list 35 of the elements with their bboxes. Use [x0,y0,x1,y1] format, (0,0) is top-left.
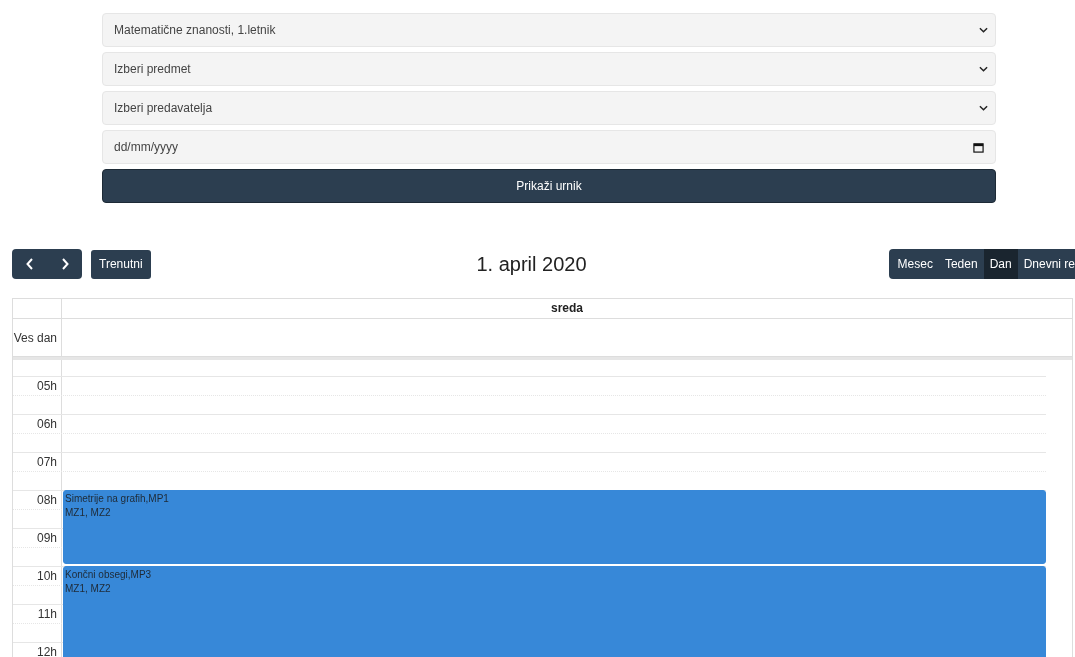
view-tab[interactable]: Mesec [888,249,939,279]
calendar-icon [973,142,984,153]
chevron-right-icon [60,258,69,270]
select-field[interactable]: Izberi predmet [102,52,996,86]
date-field[interactable]: dd/mm/yyyy [102,130,996,164]
chevron-down-icon [979,105,988,111]
event-groups: MZ1, MZ2 [65,582,111,596]
hour-label: 05h [36,379,58,393]
today-button[interactable]: Trenutni [91,249,151,279]
hour-label: 06h [36,417,58,431]
hour-label: 10h [36,569,58,583]
select-field[interactable]: Izberi predavatelja [102,91,996,125]
show-schedule-button[interactable]: Prikaži urnik [102,169,996,203]
date-title: 1. april 2020 [476,252,587,276]
chevron-down-icon [979,66,988,72]
hour-label: 11h [37,607,58,621]
day-header: sreda [550,300,584,317]
hour-label: 08h [36,493,58,507]
hour-label: 07h [36,455,58,469]
view-tab[interactable]: Teden [938,249,984,279]
event-title: Končni obsegi,MP3 [65,568,152,582]
next-button[interactable] [47,249,82,279]
event-block[interactable]: Končni obsegi,MP3 MZ1, MZ2 [63,566,1046,657]
event-title: Simetrije na grafih,MP1 [65,492,169,506]
select-field[interactable]: Matematične znanosti, 1.letnik [102,13,996,47]
view-tab[interactable]: Dan [983,249,1018,279]
chevron-down-icon [979,27,988,33]
chevron-left-icon [25,258,34,270]
hour-label: 09h [36,531,58,545]
previous-button[interactable] [12,249,47,279]
event-groups: MZ1, MZ2 [65,506,111,520]
view-tab[interactable]: Dnevni re [1017,249,1075,279]
event-block[interactable]: Simetrije na grafih,MP1 MZ1, MZ2 [63,490,1046,564]
all-day-label: Ves dan [13,330,58,345]
hour-label: 12h [36,645,58,657]
